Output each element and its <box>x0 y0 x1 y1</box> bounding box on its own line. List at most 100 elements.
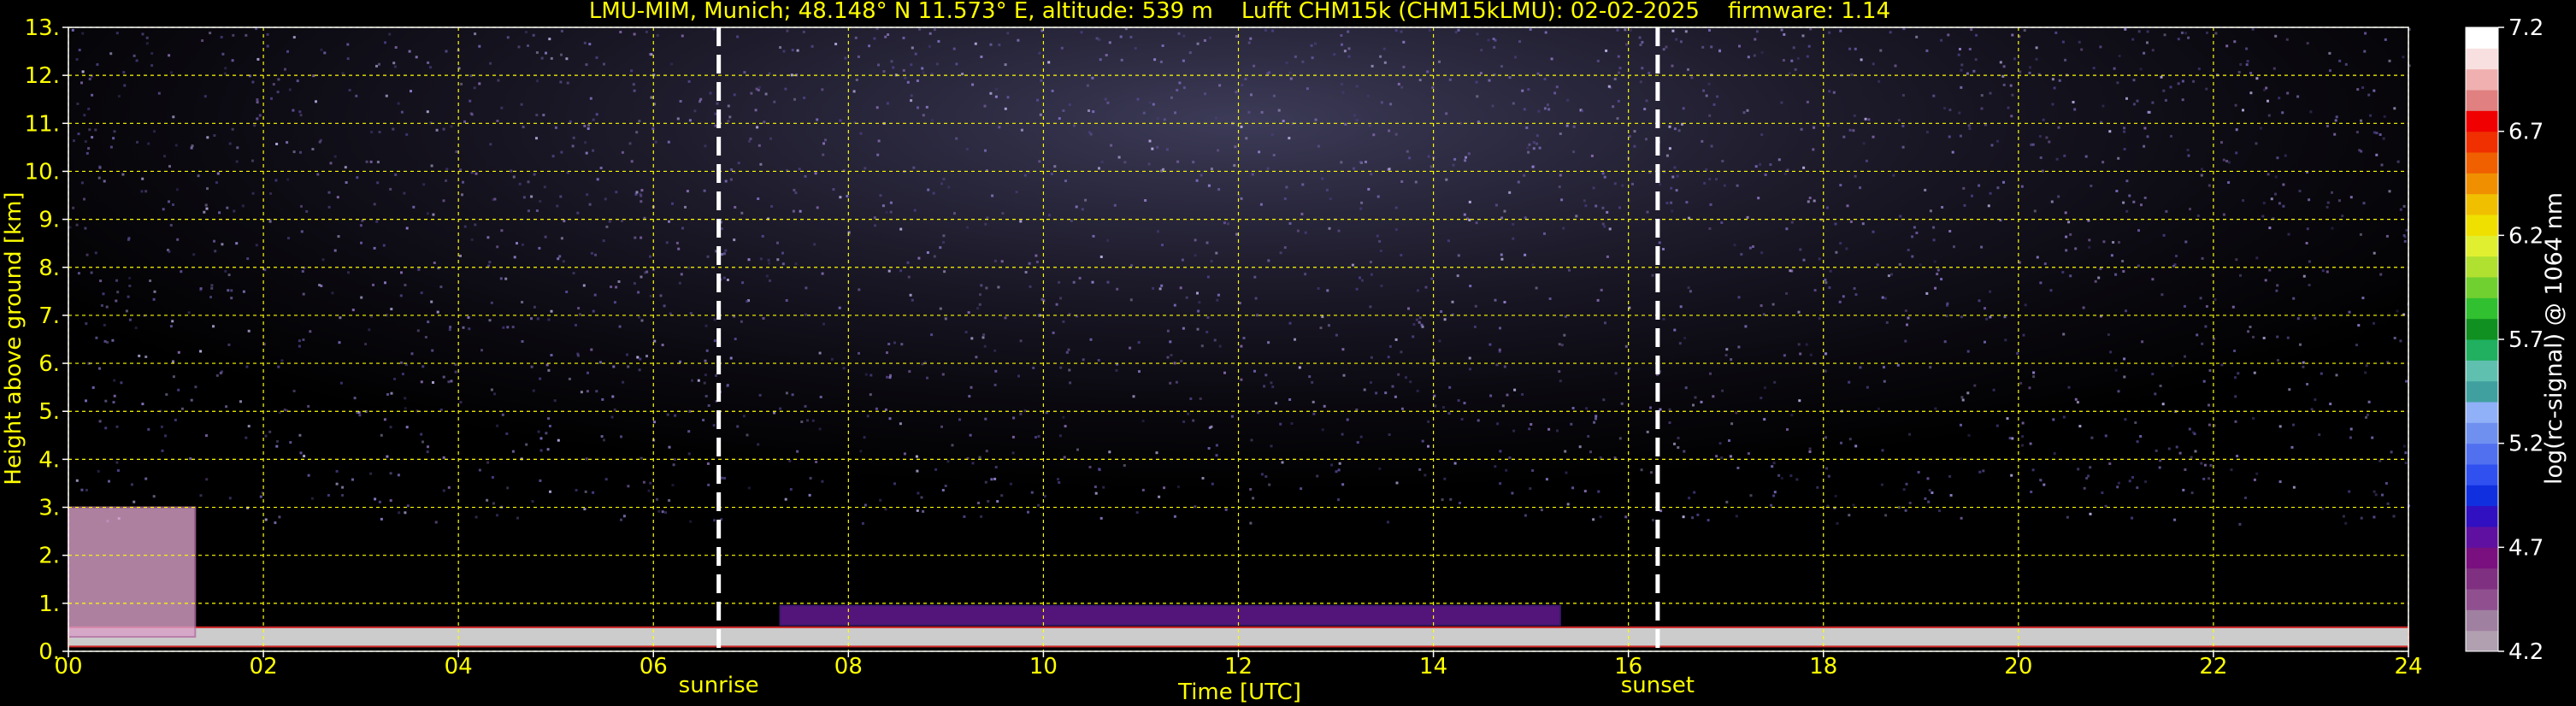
noise-dot <box>206 187 209 191</box>
noise-dot <box>83 114 86 117</box>
noise-dot <box>622 515 626 518</box>
noise-dot <box>1489 394 1493 397</box>
noise-dot <box>2199 297 2202 300</box>
noise-dot <box>2031 468 2035 472</box>
noise-dot <box>1948 135 1951 138</box>
noise-dot <box>2399 339 2402 343</box>
noise-dot <box>1352 167 1355 170</box>
noise-dot <box>2092 67 2096 70</box>
noise-dot <box>640 319 644 322</box>
noise-dot <box>1861 222 1865 226</box>
noise-dot <box>2334 119 2337 122</box>
noise-dot <box>1019 220 1023 223</box>
noise-dot <box>765 274 769 278</box>
noise-dot <box>912 166 916 169</box>
noise-dot <box>2349 427 2353 431</box>
noise-dot <box>645 355 648 358</box>
noise-dot <box>296 79 299 83</box>
colorbar-swatch <box>2466 215 2498 236</box>
noise-dot <box>1866 385 1869 389</box>
noise-dot <box>892 66 895 69</box>
noise-dot <box>1546 103 1549 107</box>
noise-dot <box>1898 262 1901 266</box>
noise-dot <box>1134 47 1137 50</box>
noise-dot <box>115 425 119 428</box>
noise-dot <box>1703 181 1707 185</box>
noise-dot <box>806 419 809 422</box>
noise-dot <box>2019 70 2022 74</box>
noise-dot <box>1142 111 1146 115</box>
noise-dot <box>2051 103 2054 106</box>
noise-dot <box>1564 450 1567 453</box>
noise-dot <box>1173 303 1176 307</box>
noise-dot <box>757 443 760 446</box>
colorbar-swatch <box>2466 589 2498 610</box>
noise-dot <box>1848 514 1851 517</box>
noise-dot <box>1341 432 1344 436</box>
noise-dot <box>603 438 605 442</box>
noise-dot <box>888 417 892 421</box>
noise-dot <box>405 227 409 230</box>
noise-dot <box>1488 79 1491 82</box>
noise-dot <box>245 365 249 368</box>
noise-dot <box>687 430 691 433</box>
noise-dot <box>1606 255 1609 258</box>
noise-dot <box>2101 161 2105 164</box>
noise-dot <box>2090 185 2093 187</box>
noise-dot <box>1887 274 1890 278</box>
noise-dot <box>1394 132 1398 136</box>
noise-dot <box>280 359 284 362</box>
noise-dot <box>1543 107 1547 110</box>
noise-dot <box>1089 132 1093 136</box>
noise-dot <box>763 121 766 124</box>
noise-dot <box>2078 425 2082 428</box>
noise-dot <box>2287 232 2290 236</box>
noise-dot <box>1038 51 1041 55</box>
noise-dot <box>103 339 107 343</box>
noise-dot <box>914 52 917 56</box>
noise-dot <box>1098 38 1101 41</box>
noise-dot <box>2058 79 2061 82</box>
noise-dot <box>2208 184 2211 187</box>
noise-dot <box>759 162 763 166</box>
noise-dot <box>2259 126 2262 130</box>
noise-dot <box>1682 515 1685 519</box>
noise-dot <box>934 468 938 471</box>
noise-dot <box>1872 230 1875 233</box>
noise-dot <box>1024 271 1028 274</box>
colorbar-tick-label: 7.2 <box>2508 15 2544 41</box>
noise-dot <box>1288 137 1291 140</box>
noise-dot <box>1321 315 1324 319</box>
noise-dot <box>687 266 691 269</box>
noise-dot <box>1867 118 1871 121</box>
noise-dot <box>1217 188 1221 191</box>
x-tick-label: 24 <box>2394 654 2422 680</box>
noise-dot <box>786 29 789 32</box>
noise-dot <box>81 70 85 74</box>
noise-dot <box>426 450 429 454</box>
noise-dot <box>1453 157 1457 161</box>
noise-dot <box>408 50 411 53</box>
noise-dot <box>1223 371 1226 374</box>
noise-dot <box>1792 46 1795 50</box>
noise-dot <box>442 375 445 379</box>
noise-dot <box>571 144 575 148</box>
noise-dot <box>2373 321 2375 325</box>
noise-dot <box>73 139 75 143</box>
noise-dot <box>386 393 389 396</box>
noise-dot <box>964 331 968 334</box>
noise-dot <box>713 519 716 522</box>
noise-dot <box>2302 365 2305 368</box>
noise-dot <box>1773 491 1777 494</box>
noise-dot <box>769 279 771 282</box>
noise-dot <box>1645 99 1648 103</box>
noise-dot <box>1099 516 1103 520</box>
noise-dot <box>1687 286 1690 290</box>
noise-dot <box>1524 253 1527 256</box>
noise-dot <box>1260 110 1264 114</box>
noise-dot <box>1764 174 1767 176</box>
noise-dot <box>2247 330 2250 333</box>
noise-dot <box>459 401 463 404</box>
noise-dot <box>144 190 148 193</box>
noise-dot <box>1959 134 1962 138</box>
